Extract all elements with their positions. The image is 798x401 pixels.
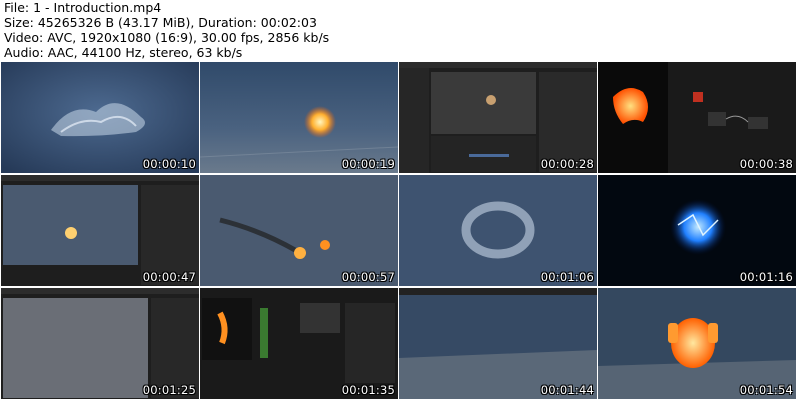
timestamp-label: 00:01:16 (739, 270, 793, 284)
thumbnail-11[interactable]: 00:01:44 (399, 288, 597, 399)
timestamp-label: 00:00:47 (142, 270, 196, 284)
thumbnail-6[interactable]: 00:00:57 (200, 175, 398, 286)
thumbnail-8[interactable]: 00:01:16 (598, 175, 796, 286)
timestamp-label: 00:00:10 (142, 157, 196, 171)
timestamp-label: 00:00:57 (341, 270, 395, 284)
thumbnail-5[interactable]: 00:00:47 (1, 175, 199, 286)
video-info-line: Video: AVC, 1920x1080 (16:9), 30.00 fps,… (4, 30, 330, 45)
thumbnail-4[interactable]: 00:00:38 (598, 62, 796, 173)
thumbnail-7[interactable]: 00:01:06 (399, 175, 597, 286)
thumbnail-2[interactable]: 00:00:19 (200, 62, 398, 173)
thumbnail-9[interactable]: 00:01:25 (1, 288, 199, 399)
file-info-header: File: 1 - Introduction.mp4 Size: 4526532… (4, 0, 329, 60)
timestamp-label: 00:00:38 (739, 157, 793, 171)
thumbnail-grid: 00:00:10 00:00:19 00:00:28 00:00:38 00:0… (0, 62, 798, 401)
timestamp-label: 00:01:25 (142, 383, 196, 397)
thumbnail-12[interactable]: 00:01:54 (598, 288, 796, 399)
timestamp-label: 00:01:06 (540, 270, 594, 284)
timestamp-label: 00:00:28 (540, 157, 594, 171)
timestamp-label: 00:00:19 (341, 157, 395, 171)
file-size-line: Size: 45265326 B (43.17 MiB), Duration: … (4, 15, 317, 30)
file-name-line: File: 1 - Introduction.mp4 (4, 0, 162, 15)
timestamp-label: 00:01:44 (540, 383, 594, 397)
thumbnail-1[interactable]: 00:00:10 (1, 62, 199, 173)
timestamp-label: 00:01:35 (341, 383, 395, 397)
thumbnail-10[interactable]: 00:01:35 (200, 288, 398, 399)
timestamp-label: 00:01:54 (739, 383, 793, 397)
audio-info-line: Audio: AAC, 44100 Hz, stereo, 63 kb/s (4, 45, 243, 60)
thumbnail-3[interactable]: 00:00:28 (399, 62, 597, 173)
